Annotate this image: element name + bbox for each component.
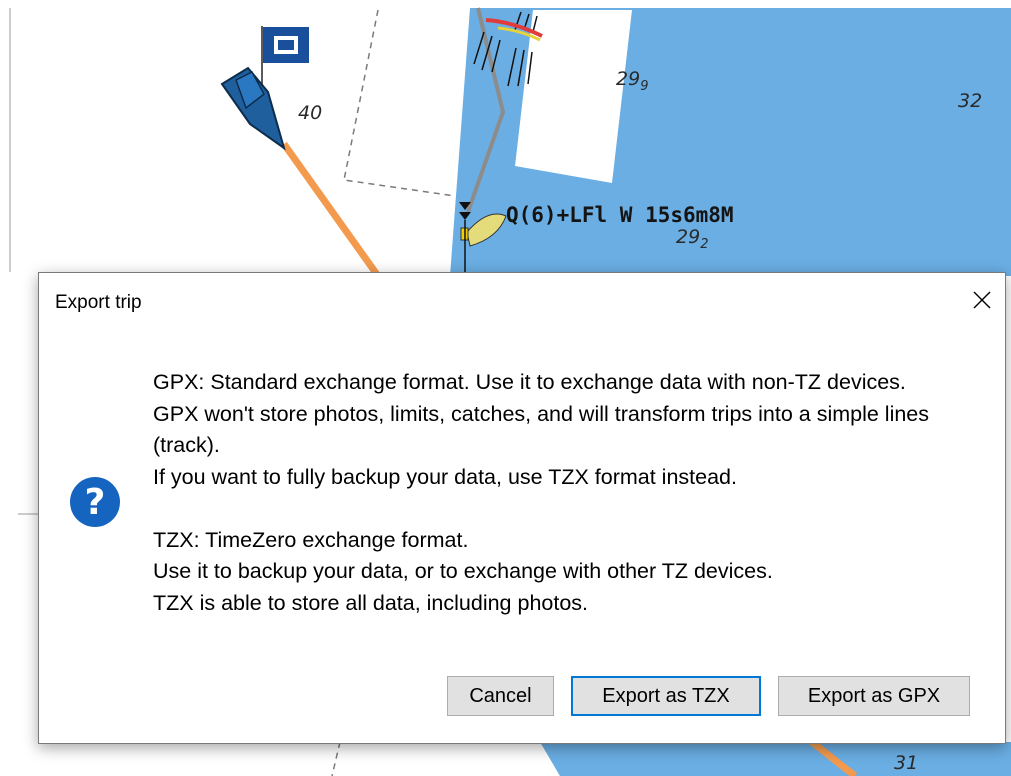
message-line: If you want to fully backup your data, u… xyxy=(153,464,737,489)
sounding-depth: 299 xyxy=(616,68,649,94)
message-line: GPX won't store photos, limits, catches,… xyxy=(153,401,930,458)
message-line: Use it to backup your data, or to exchan… xyxy=(153,559,773,583)
message-line: GPX: Standard exchange format. Use it to… xyxy=(153,370,906,394)
sounding-depth: 31 xyxy=(894,752,919,774)
dashed-boundary-bottom xyxy=(331,741,341,776)
dialog-message: GPX: Standard exchange format. Use it to… xyxy=(153,367,983,619)
export-as-gpx-button[interactable]: Export as GPX xyxy=(778,676,970,716)
close-icon xyxy=(973,291,991,309)
close-button[interactable] xyxy=(965,283,999,317)
svg-text:›: › xyxy=(286,156,290,167)
light-characteristic-label: Q(6)+LFl W 15s6m8M xyxy=(506,203,734,227)
boat-icon[interactable] xyxy=(220,66,286,151)
sounding-depth: 292 xyxy=(676,226,709,252)
sounding-depth: 40 xyxy=(298,102,323,124)
message-line: TZX: TimeZero exchange format. xyxy=(153,527,469,552)
question-icon: ? xyxy=(70,477,120,527)
dashed-boundary xyxy=(343,9,456,197)
sounding-depth: 32 xyxy=(958,90,983,112)
svg-text:›: › xyxy=(345,240,349,251)
export-as-tzx-button[interactable]: Export as TZX xyxy=(571,676,761,716)
dialog-title: Export trip xyxy=(55,292,142,313)
svg-text:›: › xyxy=(318,202,322,213)
export-trip-dialog: Export trip ? GPX: Standard exchange for… xyxy=(38,272,1006,744)
message-line: TZX is able to store all data, including… xyxy=(153,590,589,615)
deep-water-area-bottom xyxy=(540,742,1011,776)
cancel-button[interactable]: Cancel xyxy=(447,676,554,716)
flag-icon xyxy=(261,26,309,86)
